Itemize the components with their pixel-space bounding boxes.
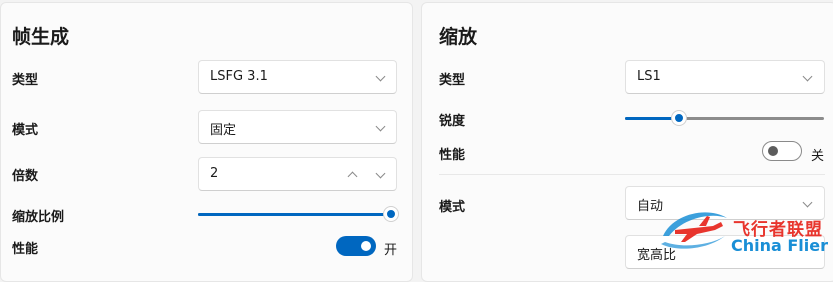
frame-gen-scale-slider[interactable] bbox=[198, 207, 398, 221]
frame-gen-scale-label: 缩放比例 bbox=[12, 210, 65, 225]
frame-gen-mode-dropdown[interactable]: 固定 bbox=[198, 110, 397, 144]
scaling-performance-label: 性能 bbox=[439, 148, 466, 163]
toggle-knob bbox=[361, 241, 371, 251]
frame-gen-mode-value: 固定 bbox=[210, 123, 237, 138]
scaling-sharpness-label: 锐度 bbox=[439, 114, 466, 129]
frame-gen-multiplier-value: 2 bbox=[210, 166, 219, 181]
airplane-logo-icon bbox=[661, 212, 727, 249]
scaling-sharpness-slider[interactable] bbox=[625, 111, 824, 125]
section-divider bbox=[439, 174, 825, 175]
watermark-english-text: China Flier bbox=[731, 236, 829, 255]
chevron-down-icon bbox=[375, 121, 386, 132]
scaling-performance-state: 关 bbox=[811, 149, 825, 164]
frame-gen-type-dropdown[interactable]: LSFG 3.1 bbox=[198, 60, 397, 94]
frame-gen-performance-label: 性能 bbox=[12, 242, 39, 257]
frame-gen-mode-label: 模式 bbox=[12, 123, 39, 138]
toggle-knob bbox=[768, 146, 778, 156]
scaling-title: 缩放 bbox=[439, 26, 478, 48]
chevron-down-icon bbox=[802, 71, 813, 82]
frame-generation-title: 帧生成 bbox=[12, 26, 70, 48]
scaling-type-label: 类型 bbox=[439, 73, 466, 88]
frame-gen-performance-toggle[interactable] bbox=[336, 236, 376, 256]
frame-generation-panel: 帧生成 类型 LSFG 3.1 模式 固定 倍数 2 缩放比例 性能 开 bbox=[0, 2, 413, 282]
chevron-up-icon[interactable] bbox=[347, 171, 358, 182]
scaling-mode-label: 模式 bbox=[439, 200, 466, 215]
slider-thumb[interactable] bbox=[384, 207, 398, 221]
scaling-performance-toggle[interactable] bbox=[762, 141, 802, 161]
chevron-down-icon[interactable] bbox=[375, 168, 386, 179]
scaling-type-value: LS1 bbox=[637, 69, 661, 84]
frame-gen-multiplier-label: 倍数 bbox=[12, 169, 39, 184]
slider-fill bbox=[198, 213, 391, 216]
slider-thumb[interactable] bbox=[671, 111, 686, 125]
frame-gen-type-label: 类型 bbox=[12, 73, 39, 88]
chevron-down-icon bbox=[375, 71, 386, 82]
scaling-type-dropdown[interactable]: LS1 bbox=[625, 60, 825, 94]
frame-gen-performance-state: 开 bbox=[384, 243, 398, 258]
slider-fill bbox=[625, 117, 679, 120]
frame-gen-type-value: LSFG 3.1 bbox=[210, 69, 268, 84]
china-flier-watermark: 飞行者联盟 China Flier bbox=[655, 196, 833, 258]
frame-gen-multiplier-stepper[interactable]: 2 bbox=[198, 157, 397, 191]
